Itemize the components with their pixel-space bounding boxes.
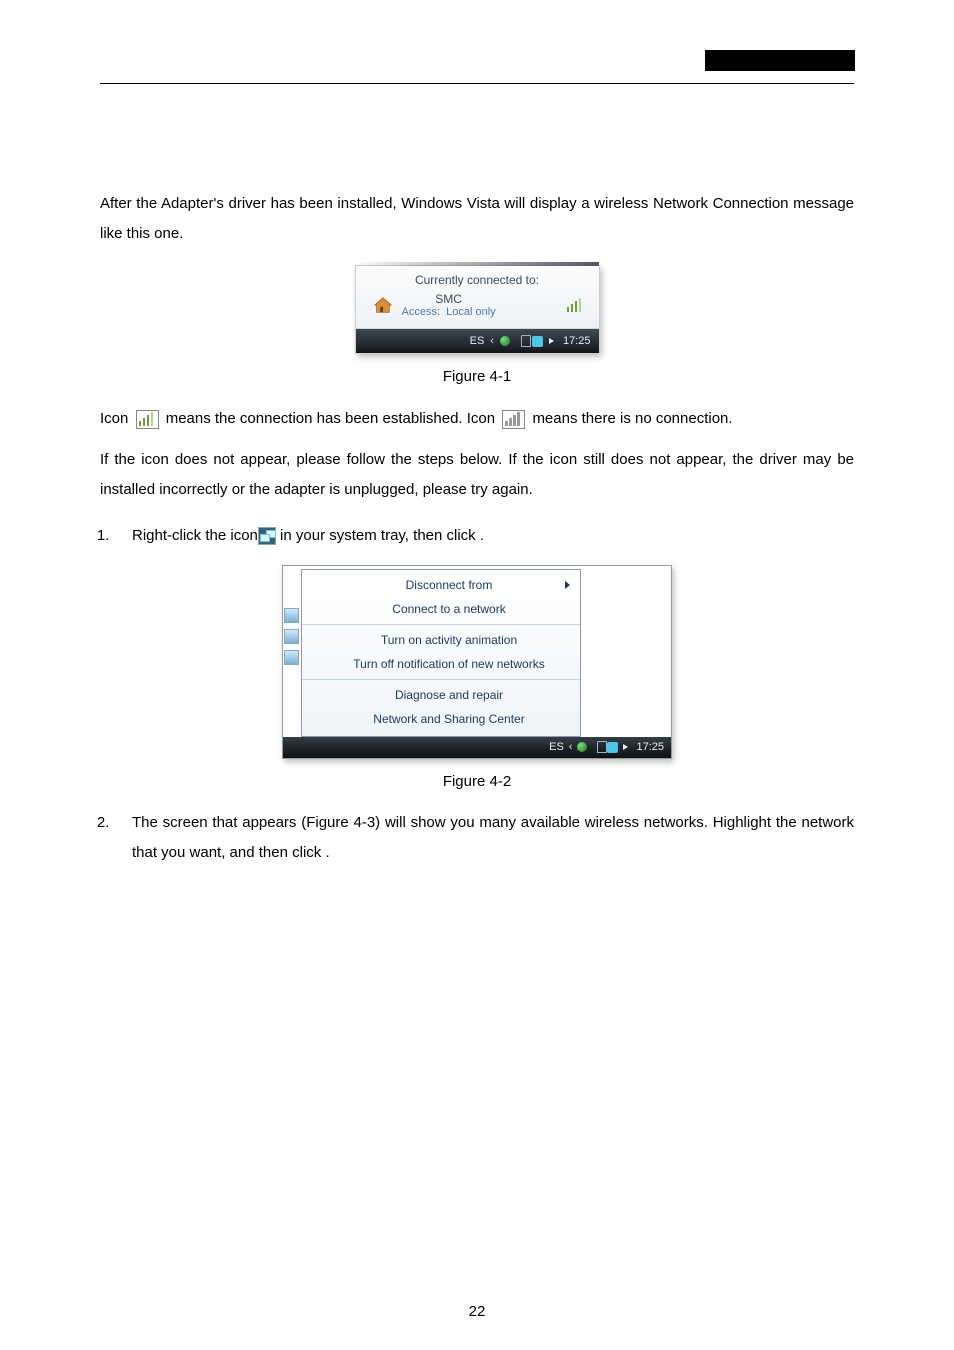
tray-security-icon-2 (592, 741, 602, 753)
context-menu: Disconnect from Connect to a network Tur… (301, 569, 581, 737)
troubleshoot-paragraph: If the icon does not appear, please foll… (100, 445, 854, 505)
network-text: SMC Access: Local only (402, 292, 496, 318)
taskbar-time: 17:25 (563, 335, 591, 347)
page-number: 22 (0, 1303, 954, 1320)
context-menu-screenshot: Disconnect from Connect to a network Tur… (282, 565, 672, 759)
menu-sharing-center[interactable]: Network and Sharing Center (302, 707, 580, 731)
tray-network-icon (532, 336, 543, 347)
tray-tooltip-screenshot: Currently connected to: SMC Access: Loca… (355, 265, 600, 354)
taskbar-2: ES ‹ 17:25 (283, 737, 671, 758)
language-indicator: ES (470, 335, 485, 347)
header-black-box (705, 50, 855, 71)
icon-explanation: Icon means the connection has been estab… (100, 403, 854, 435)
taskbar-time-2: 17:25 (636, 741, 664, 753)
step-list-2: The screen that appears (Figure 4-3) wil… (100, 808, 854, 868)
header-rule (100, 50, 854, 84)
tooltip-box: Currently connected to: SMC Access: Loca… (356, 266, 599, 329)
disconnected-icon (502, 410, 525, 429)
left-icon-3 (284, 650, 299, 665)
home-network-icon (372, 294, 394, 316)
figure-4-2: Disconnect from Connect to a network Tur… (100, 565, 854, 759)
left-icon-strip (284, 576, 301, 671)
connected-icon (136, 410, 159, 429)
network-tray-icon (258, 527, 276, 545)
signal-strength-icon (562, 296, 590, 314)
step-2: The screen that appears (Figure 4-3) wil… (126, 808, 854, 868)
menu-connect[interactable]: Connect to a network (302, 597, 580, 621)
step-1: Right-click the icon in your system tray… (126, 521, 854, 551)
menu-activity-anim[interactable]: Turn on activity animation (302, 628, 580, 652)
tray-network-icon-2 (607, 742, 618, 753)
step-list-1: Right-click the icon in your system tray… (100, 521, 854, 551)
taskbar: ES ‹ 17:25 (356, 329, 599, 353)
network-name: SMC (402, 292, 496, 306)
step2-trailing-dot: . (325, 844, 329, 861)
step1-trailing-dot: . (480, 527, 484, 544)
tray-expand-icon-2: ‹ (569, 741, 573, 753)
network-access: Access: Local only (402, 306, 496, 318)
tray-orb-icon-2 (577, 742, 587, 752)
left-icon-1 (284, 608, 299, 623)
intro-paragraph: After the Adapter's driver has been inst… (100, 189, 854, 249)
figure-4-2-caption: Figure 4-2 (100, 773, 854, 790)
figure-4-1: Currently connected to: SMC Access: Loca… (100, 265, 854, 354)
menu-turn-off-notif[interactable]: Turn off notification of new networks (302, 652, 580, 676)
menu-disconnect[interactable]: Disconnect from (302, 573, 580, 597)
tray-orb-icon (500, 336, 510, 346)
tooltip-title: Currently connected to: (365, 273, 590, 287)
menu-diagnose[interactable]: Diagnose and repair (302, 683, 580, 707)
network-row: SMC Access: Local only (365, 292, 590, 318)
language-indicator-2: ES (549, 741, 564, 753)
figure-4-1-caption: Figure 4-1 (100, 368, 854, 385)
tray-expand-icon: ‹ (490, 335, 494, 347)
left-icon-2 (284, 629, 299, 644)
tray-volume-icon-2 (623, 742, 631, 752)
tray-volume-icon (549, 336, 557, 346)
tray-security-icon (516, 335, 526, 347)
